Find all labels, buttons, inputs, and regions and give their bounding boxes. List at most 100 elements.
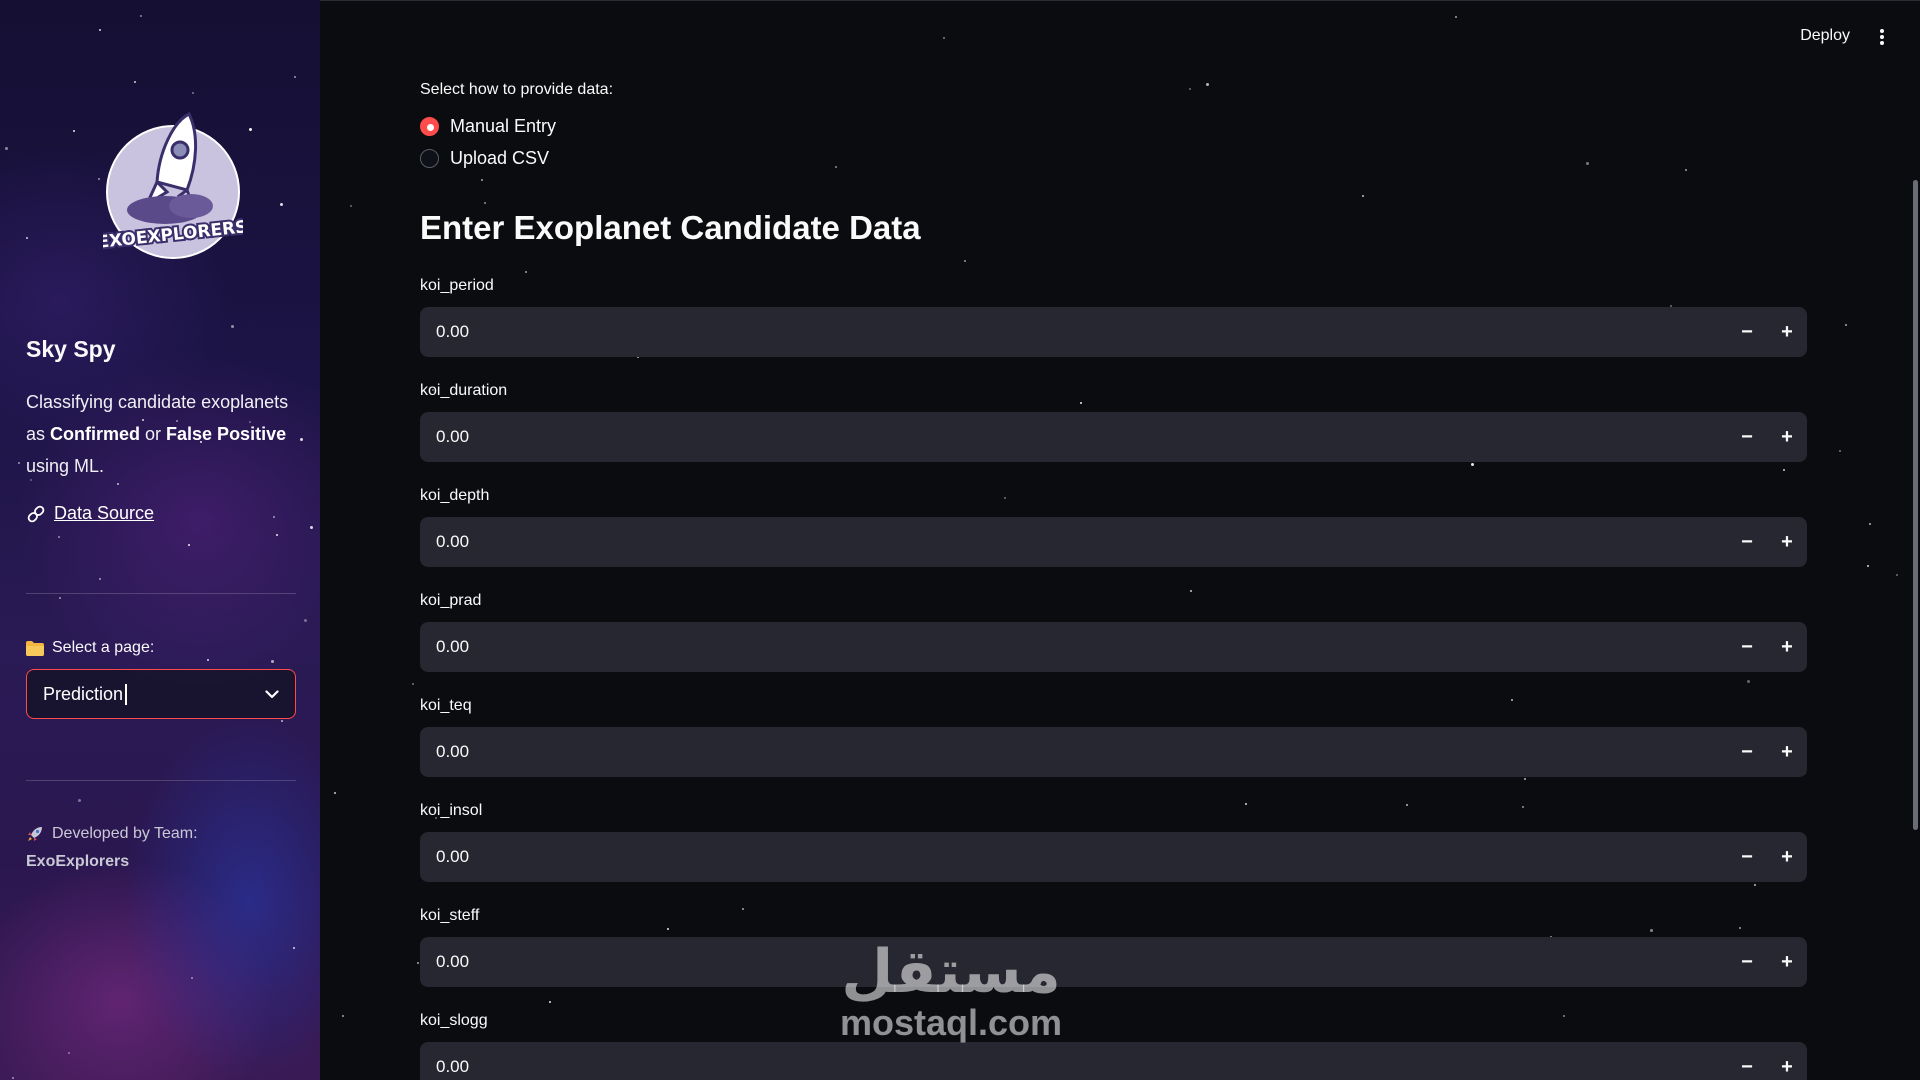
star-decoration bbox=[667, 928, 669, 930]
increment-button[interactable]: + bbox=[1767, 1042, 1807, 1080]
decrement-button[interactable]: − bbox=[1727, 517, 1767, 567]
star-decoration bbox=[525, 271, 527, 273]
star-decoration bbox=[188, 544, 190, 546]
star-decoration bbox=[18, 462, 20, 464]
page-select[interactable]: Prediction bbox=[26, 669, 296, 719]
increment-button[interactable]: + bbox=[1767, 307, 1807, 357]
field-label-koi-period: koi_period bbox=[420, 277, 494, 294]
star-decoration bbox=[310, 526, 313, 529]
star-decoration bbox=[1406, 804, 1408, 806]
increment-button[interactable]: + bbox=[1767, 727, 1807, 777]
page-select-value: Prediction bbox=[43, 683, 128, 705]
star-decoration bbox=[1080, 402, 1082, 404]
star-decoration bbox=[117, 483, 119, 485]
number-input-value[interactable]: 0.00 bbox=[420, 322, 1727, 342]
field-label-koi-slogg: koi_slogg bbox=[420, 1012, 488, 1029]
radio-button[interactable] bbox=[420, 149, 439, 168]
exoexplorers-logo: EXOEXPLORERS bbox=[103, 112, 243, 259]
chevron-down-icon bbox=[265, 689, 279, 698]
top-border bbox=[320, 0, 1920, 1]
kebab-dot-icon bbox=[1880, 41, 1884, 45]
star-decoration bbox=[1747, 680, 1750, 683]
decrement-button[interactable]: − bbox=[1727, 832, 1767, 882]
decrement-button[interactable]: − bbox=[1727, 727, 1767, 777]
star-decoration bbox=[1189, 88, 1191, 90]
number-input-koi-slogg: 0.00 − + bbox=[420, 1042, 1807, 1080]
star-decoration bbox=[1511, 699, 1513, 701]
number-input-value[interactable]: 0.00 bbox=[420, 637, 1727, 657]
decrement-button[interactable]: − bbox=[1727, 412, 1767, 462]
radio-button-selected[interactable] bbox=[420, 117, 439, 136]
sidebar-divider bbox=[26, 593, 296, 594]
decrement-button[interactable]: − bbox=[1727, 622, 1767, 672]
decrement-button[interactable]: − bbox=[1727, 1042, 1767, 1080]
star-decoration bbox=[964, 260, 966, 262]
watermark-latin: mostaql.com bbox=[840, 1002, 1063, 1043]
folder-icon bbox=[26, 640, 44, 656]
star-decoration bbox=[549, 1001, 551, 1003]
star-decoration bbox=[1650, 929, 1653, 932]
star-decoration bbox=[1190, 590, 1192, 592]
number-input-koi-insol: 0.00 − + bbox=[420, 832, 1807, 882]
star-decoration bbox=[140, 15, 142, 17]
increment-button[interactable]: + bbox=[1767, 937, 1807, 987]
increment-button[interactable]: + bbox=[1767, 412, 1807, 462]
form-heading: Enter Exoplanet Candidate Data bbox=[420, 209, 921, 246]
number-input-value[interactable]: 0.00 bbox=[420, 1057, 1727, 1077]
radio-manual-entry[interactable]: Manual Entry bbox=[420, 116, 556, 137]
star-decoration bbox=[300, 438, 303, 441]
star-decoration bbox=[1586, 162, 1589, 165]
star-decoration bbox=[1867, 565, 1869, 567]
field-label-koi-duration: koi_duration bbox=[420, 382, 508, 399]
number-input-value[interactable]: 0.00 bbox=[420, 847, 1727, 867]
select-page-label: Select a page: bbox=[26, 639, 154, 657]
number-input-koi-steff: 0.00 − + bbox=[420, 937, 1807, 987]
radio-upload-csv[interactable]: Upload CSV bbox=[420, 148, 549, 169]
star-decoration bbox=[334, 792, 336, 794]
star-decoration bbox=[281, 720, 283, 722]
deploy-button[interactable]: Deploy bbox=[1800, 27, 1850, 45]
star-decoration bbox=[1362, 195, 1364, 197]
scrollbar[interactable] bbox=[1913, 180, 1918, 830]
increment-button[interactable]: + bbox=[1767, 832, 1807, 882]
star-decoration bbox=[1522, 806, 1524, 808]
star-decoration bbox=[1754, 884, 1756, 886]
star-decoration bbox=[1869, 523, 1871, 525]
star-decoration bbox=[417, 962, 419, 964]
number-input-value[interactable]: 0.00 bbox=[420, 427, 1727, 447]
star-decoration bbox=[1004, 497, 1006, 499]
number-input-koi-teq: 0.00 − + bbox=[420, 727, 1807, 777]
data-source-link[interactable]: Data Source bbox=[26, 503, 154, 524]
star-decoration bbox=[271, 660, 274, 663]
field-label-koi-depth: koi_depth bbox=[420, 487, 490, 504]
field-label-koi-insol: koi_insol bbox=[420, 802, 483, 819]
star-decoration bbox=[134, 81, 136, 83]
number-input-value[interactable]: 0.00 bbox=[420, 532, 1727, 552]
radio-label: Manual Entry bbox=[450, 116, 557, 136]
star-decoration bbox=[78, 799, 81, 802]
number-input-value[interactable]: 0.00 bbox=[420, 952, 1727, 972]
star-decoration bbox=[59, 597, 61, 599]
star-decoration bbox=[1896, 574, 1898, 576]
number-input-koi-period: 0.00 − + bbox=[420, 307, 1807, 357]
star-decoration bbox=[12, 1077, 14, 1079]
star-decoration bbox=[293, 947, 295, 949]
star-decoration bbox=[5, 147, 8, 150]
star-decoration bbox=[835, 166, 837, 168]
main-menu-button[interactable] bbox=[1878, 26, 1886, 48]
developed-by-label: Developed by Team: bbox=[26, 825, 198, 843]
star-decoration bbox=[1455, 16, 1457, 18]
star-decoration bbox=[231, 325, 234, 328]
decrement-button[interactable]: − bbox=[1727, 307, 1767, 357]
decrement-button[interactable]: − bbox=[1727, 937, 1767, 987]
increment-button[interactable]: + bbox=[1767, 517, 1807, 567]
star-decoration bbox=[26, 237, 28, 239]
star-decoration bbox=[192, 92, 194, 94]
star-decoration bbox=[73, 130, 75, 132]
sidebar-divider bbox=[26, 780, 296, 781]
number-input-value[interactable]: 0.00 bbox=[420, 742, 1727, 762]
increment-button[interactable]: + bbox=[1767, 622, 1807, 672]
star-decoration bbox=[350, 205, 352, 207]
number-input-koi-prad: 0.00 − + bbox=[420, 622, 1807, 672]
star-decoration bbox=[58, 536, 60, 538]
